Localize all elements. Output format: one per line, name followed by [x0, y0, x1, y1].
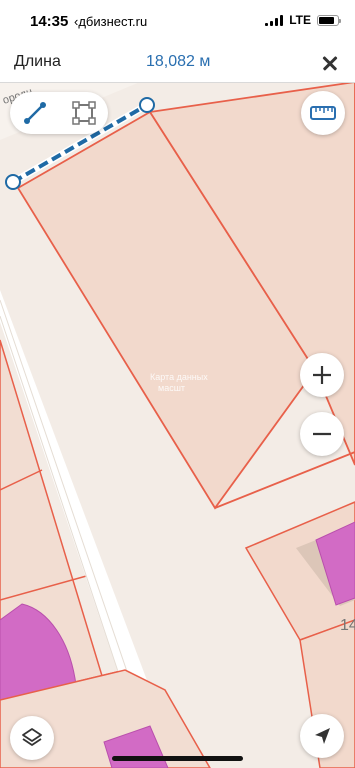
status-time: 14:35 — [30, 13, 69, 30]
minus-icon — [313, 432, 331, 436]
parcel-label: Карта данных — [150, 372, 208, 382]
ruler-icon — [310, 106, 336, 120]
parcel-label-secondary: масшт — [158, 383, 185, 393]
battery-icon — [317, 14, 341, 26]
line-measure-icon[interactable] — [17, 95, 53, 131]
status-site: ‹дбизнест.ru — [74, 14, 148, 29]
measure-header: Длина 18,082 м — [0, 44, 355, 83]
ruler-button[interactable] — [301, 91, 345, 135]
measure-mode-toggle — [10, 92, 108, 134]
location-arrow-icon — [315, 728, 330, 744]
measure-value: 18,082 м — [146, 53, 211, 70]
close-icon[interactable] — [315, 48, 345, 78]
measure-label: Длина — [14, 53, 61, 70]
signal-icon — [265, 14, 284, 26]
status-indicators: LTE — [265, 13, 341, 27]
house-number: 14 — [340, 617, 355, 634]
measure-point-start[interactable] — [5, 174, 21, 190]
network-label: LTE — [289, 13, 311, 27]
layers-button[interactable] — [10, 716, 54, 760]
zoom-in-button[interactable] — [300, 353, 344, 397]
plus-icon — [313, 366, 331, 384]
measure-point-end[interactable] — [139, 97, 155, 113]
layers-icon — [22, 728, 42, 746]
location-button[interactable] — [300, 714, 344, 758]
home-indicator — [112, 756, 243, 761]
status-bar: 14:35 ‹дбизнест.ru LTE — [0, 0, 355, 44]
zoom-out-button[interactable] — [300, 412, 344, 456]
area-measure-icon[interactable] — [66, 95, 102, 131]
